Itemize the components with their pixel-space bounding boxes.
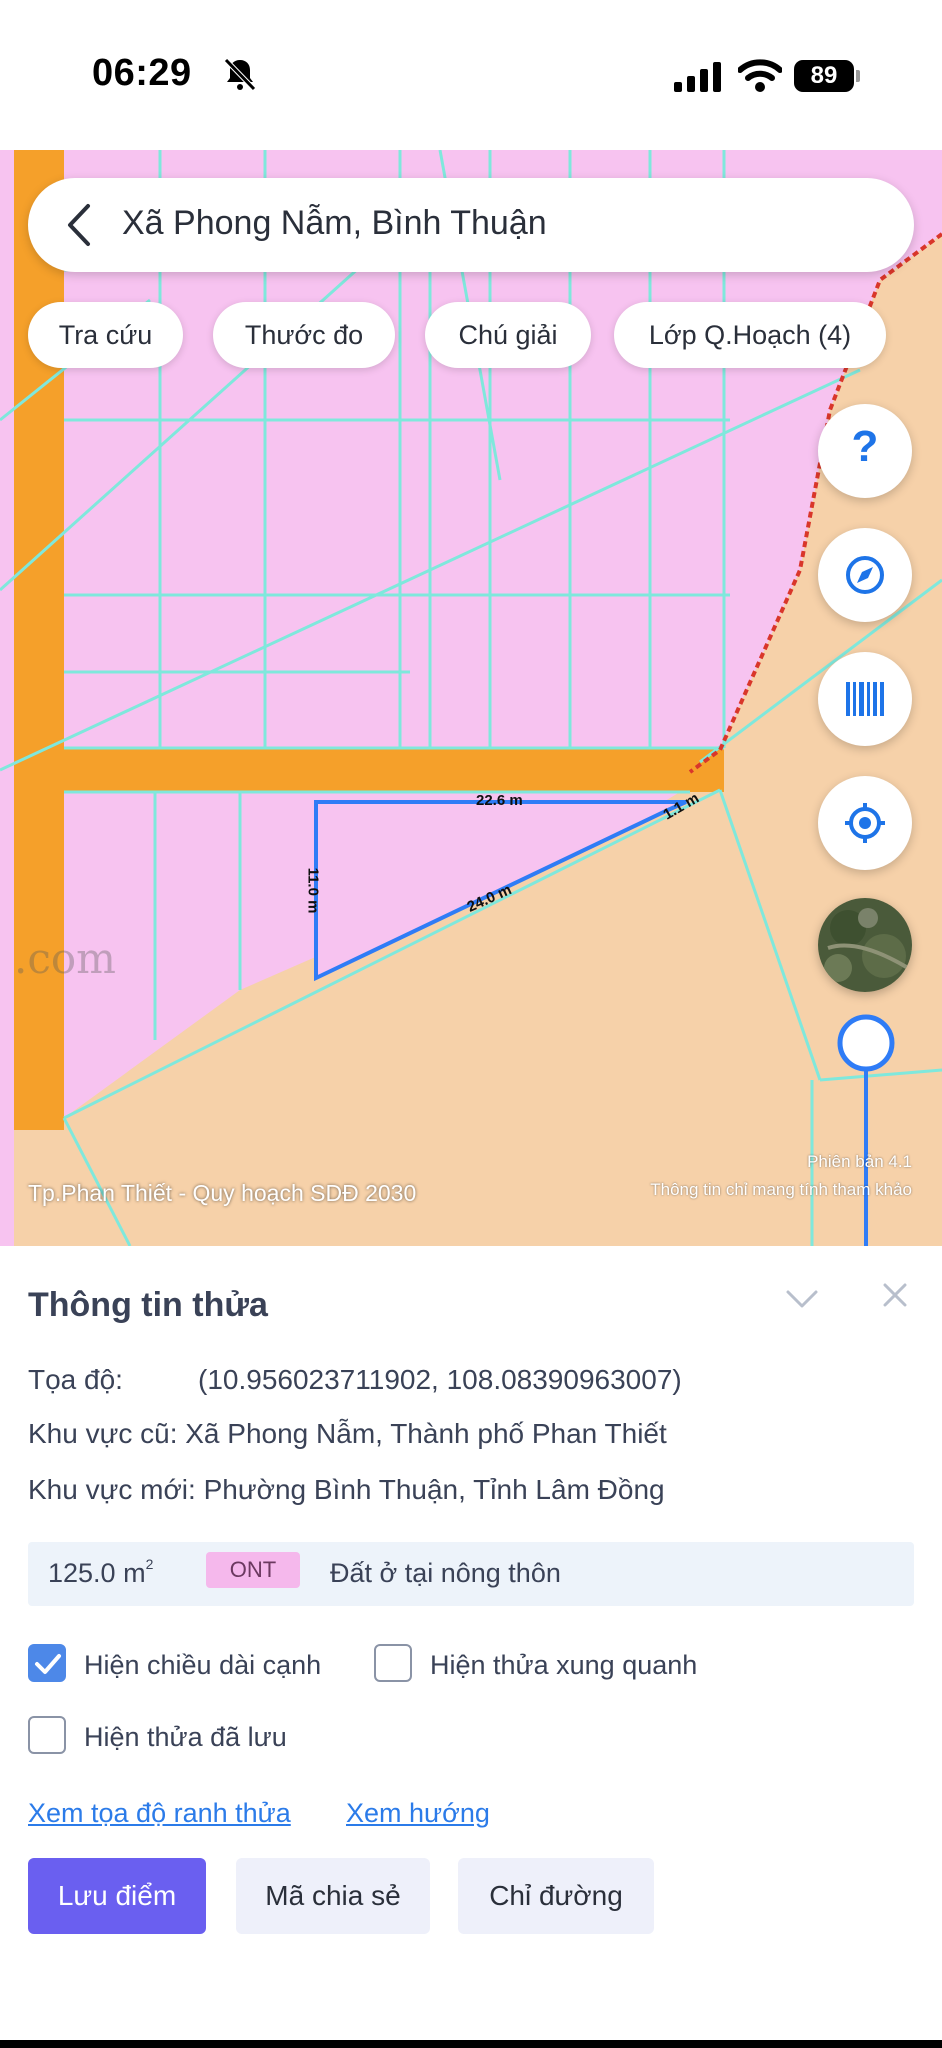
coordinates-label: Tọa độ: — [28, 1364, 123, 1395]
coordinates-value: (10.956023711902, 108.08390963007) — [198, 1364, 682, 1395]
chip-legend[interactable]: Chú giải — [425, 302, 591, 368]
checkmark-icon — [35, 1654, 61, 1674]
checkbox-unchecked[interactable] — [28, 1716, 66, 1754]
status-bar: 06:29 89 — [0, 0, 942, 150]
coordinates-row: Tọa độ: (10.956023711902, 108.0839096300… — [28, 1364, 682, 1396]
road-horizontal — [64, 748, 724, 792]
road-vertical — [14, 150, 64, 1130]
chip-planning-layers[interactable]: Lớp Q.Hoạch (4) — [614, 302, 886, 368]
status-time: 06:29 — [92, 52, 192, 94]
map-watermark: .com — [14, 934, 116, 983]
new-area-row: Khu vực mới: Phường Bình Thuận, Tỉnh Lâm… — [28, 1474, 665, 1505]
land-type: Đất ở tại nông thôn — [330, 1558, 561, 1588]
crosshair-icon — [845, 803, 885, 843]
land-code-badge: ONT — [206, 1552, 300, 1588]
option-label: Hiện thửa đã lưu — [84, 1722, 287, 1752]
checkbox-checked[interactable] — [28, 1644, 66, 1682]
chip-lookup[interactable]: Tra cứu — [28, 302, 183, 368]
bell-muted-icon — [224, 58, 256, 91]
option-label: Hiện chiều dài cạnh — [84, 1650, 322, 1680]
old-area-row: Khu vực cũ: Xã Phong Nẫm, Thành phố Phan… — [28, 1418, 667, 1449]
compass-button[interactable] — [818, 528, 912, 622]
wifi-icon — [738, 59, 782, 92]
barcode-button[interactable] — [818, 652, 912, 746]
chip-ruler[interactable]: Thước đo — [213, 302, 395, 368]
option-show-saved[interactable]: Hiện thửa đã lưu — [28, 1716, 348, 1756]
search-bar[interactable]: Xã Phong Nẫm, Bình Thuận — [28, 178, 914, 272]
save-point-button[interactable]: Lưu điểm — [28, 1858, 206, 1934]
land-area: 125.0 m2 — [48, 1556, 154, 1588]
scale-handle — [837, 1014, 895, 1072]
link-direction[interactable]: Xem hướng — [346, 1798, 490, 1829]
chevron-down-icon[interactable] — [782, 1284, 822, 1314]
measure-left-edge: 11.0 m — [304, 867, 322, 914]
cell-signal-icon — [674, 62, 721, 92]
help-button[interactable]: ? — [818, 404, 912, 498]
home-indicator — [0, 2040, 942, 2048]
barcode-icon — [846, 682, 884, 716]
battery-indicator: 89 — [794, 60, 854, 92]
share-code-button[interactable]: Mã chia sẻ — [236, 1858, 430, 1934]
option-show-edge-length[interactable]: Hiện chiều dài cạnh — [28, 1644, 348, 1684]
battery-tip — [856, 70, 860, 82]
disclaimer-caption: Thông tin chỉ mang tính tham khảo — [650, 1180, 912, 1199]
close-icon[interactable] — [880, 1280, 910, 1310]
location-title[interactable]: Xã Phong Nẫm, Bình Thuận — [122, 204, 547, 243]
panel-title: Thông tin thửa — [28, 1286, 268, 1324]
map-view[interactable]: 22.6 m 11.0 m 24.0 m 1.1 m .com Xã Phong… — [0, 150, 942, 1246]
option-label: Hiện thửa xung quanh — [430, 1650, 698, 1680]
parcel-info-panel: Thông tin thửa Tọa độ: (10.956023711902,… — [0, 1246, 942, 2048]
link-boundary-coordinates[interactable]: Xem tọa độ ranh thửa — [28, 1798, 291, 1829]
compass-icon — [846, 556, 884, 594]
satellite-layer-button[interactable] — [818, 898, 912, 992]
satellite-thumbnail — [818, 898, 912, 992]
question-icon: ? — [851, 422, 879, 471]
directions-button[interactable]: Chỉ đường — [458, 1858, 654, 1934]
measure-top-edge: 22.6 m — [476, 792, 523, 809]
my-location-button[interactable] — [818, 776, 912, 870]
option-show-neighbors[interactable]: Hiện thửa xung quanh — [374, 1644, 734, 1684]
back-arrow-icon[interactable] — [60, 200, 100, 250]
map-source-caption: Tp.Phan Thiết - Quy hoạch SDĐ 2030 — [28, 1180, 417, 1206]
app-version: Phiên bản 4.1 — [807, 1152, 912, 1171]
checkbox-unchecked[interactable] — [374, 1644, 412, 1682]
land-use-box: 125.0 m2 ONT Đất ở tại nông thôn — [28, 1542, 914, 1606]
